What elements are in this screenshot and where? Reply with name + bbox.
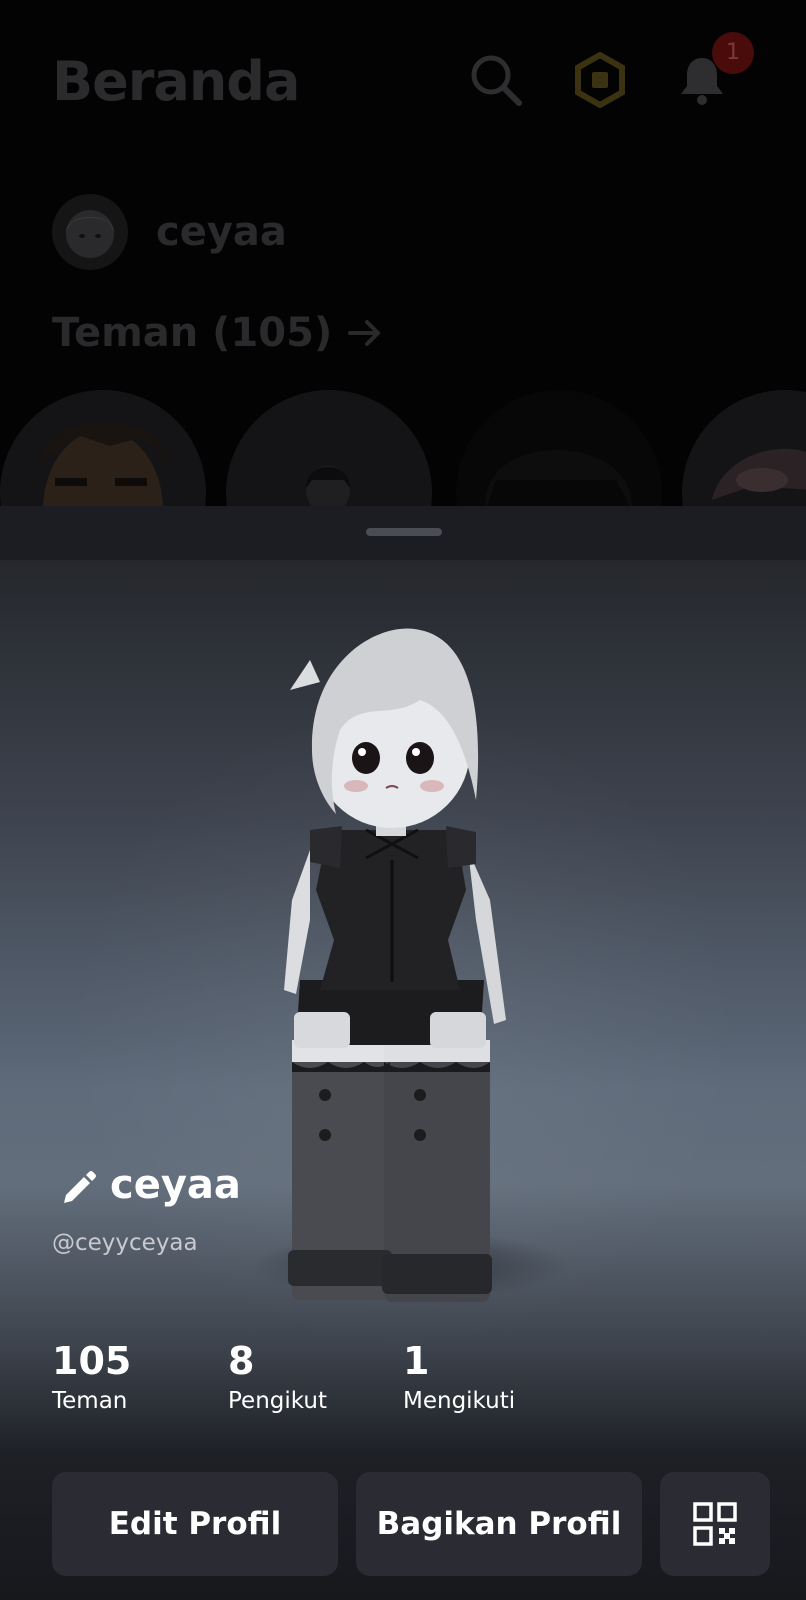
stat-value: 1: [403, 1339, 430, 1383]
friends-section-heading[interactable]: Teman (105): [52, 310, 384, 356]
stat-following[interactable]: 1 Mengikuti: [403, 1338, 515, 1414]
home-user-row[interactable]: ceyaa: [52, 194, 287, 270]
friend-headshot-icon: [306, 466, 350, 506]
friend-avatar[interactable]: [456, 390, 662, 506]
bottom-sheet-header: [0, 506, 806, 560]
username-handle: @ceyyceyaa: [52, 1230, 198, 1256]
stat-label: Teman: [52, 1388, 128, 1414]
stat-value: 105: [52, 1339, 132, 1383]
avatar-headshot-icon: [66, 210, 114, 258]
home-username: ceyaa: [156, 209, 287, 255]
stat-label: Mengikuti: [403, 1388, 516, 1414]
arrow-right-icon: [348, 320, 381, 346]
page-title: Beranda: [52, 50, 300, 113]
friend-avatar[interactable]: [226, 390, 432, 506]
avatar[interactable]: [52, 194, 128, 270]
friend-avatar[interactable]: [682, 390, 806, 506]
friend-avatar[interactable]: [0, 390, 206, 506]
qr-code-icon: [693, 1502, 737, 1546]
robux-icon[interactable]: [572, 52, 628, 108]
home-screen-dimmed: Beranda 1 ceyaa Teman (105): [0, 0, 806, 506]
share-profile-button[interactable]: Bagikan Profil: [356, 1472, 642, 1576]
edit-profile-button[interactable]: Edit Profil: [52, 1472, 338, 1576]
search-icon[interactable]: [468, 52, 524, 108]
stat-value: 8: [228, 1339, 255, 1383]
display-name-row[interactable]: ceyaa: [58, 1162, 241, 1208]
display-name: ceyaa: [110, 1162, 241, 1208]
pencil-icon[interactable]: [58, 1165, 98, 1205]
friend-headshot-icon: [485, 450, 632, 506]
friend-headshot-icon: [712, 448, 806, 500]
friend-headshot-icon: [40, 422, 168, 506]
friends-heading-label: Teman (105): [52, 310, 333, 356]
avatar-3d-figure[interactable]: [270, 600, 540, 1320]
qr-code-button[interactable]: [660, 1472, 770, 1576]
avatar-stage: [0, 560, 806, 1600]
drag-handle[interactable]: [366, 528, 442, 536]
notification-badge: 1: [712, 32, 754, 74]
stat-friends[interactable]: 105 Teman: [52, 1338, 131, 1414]
stat-followers[interactable]: 8 Pengikut: [228, 1338, 327, 1414]
stat-label: Pengikut: [228, 1388, 327, 1414]
